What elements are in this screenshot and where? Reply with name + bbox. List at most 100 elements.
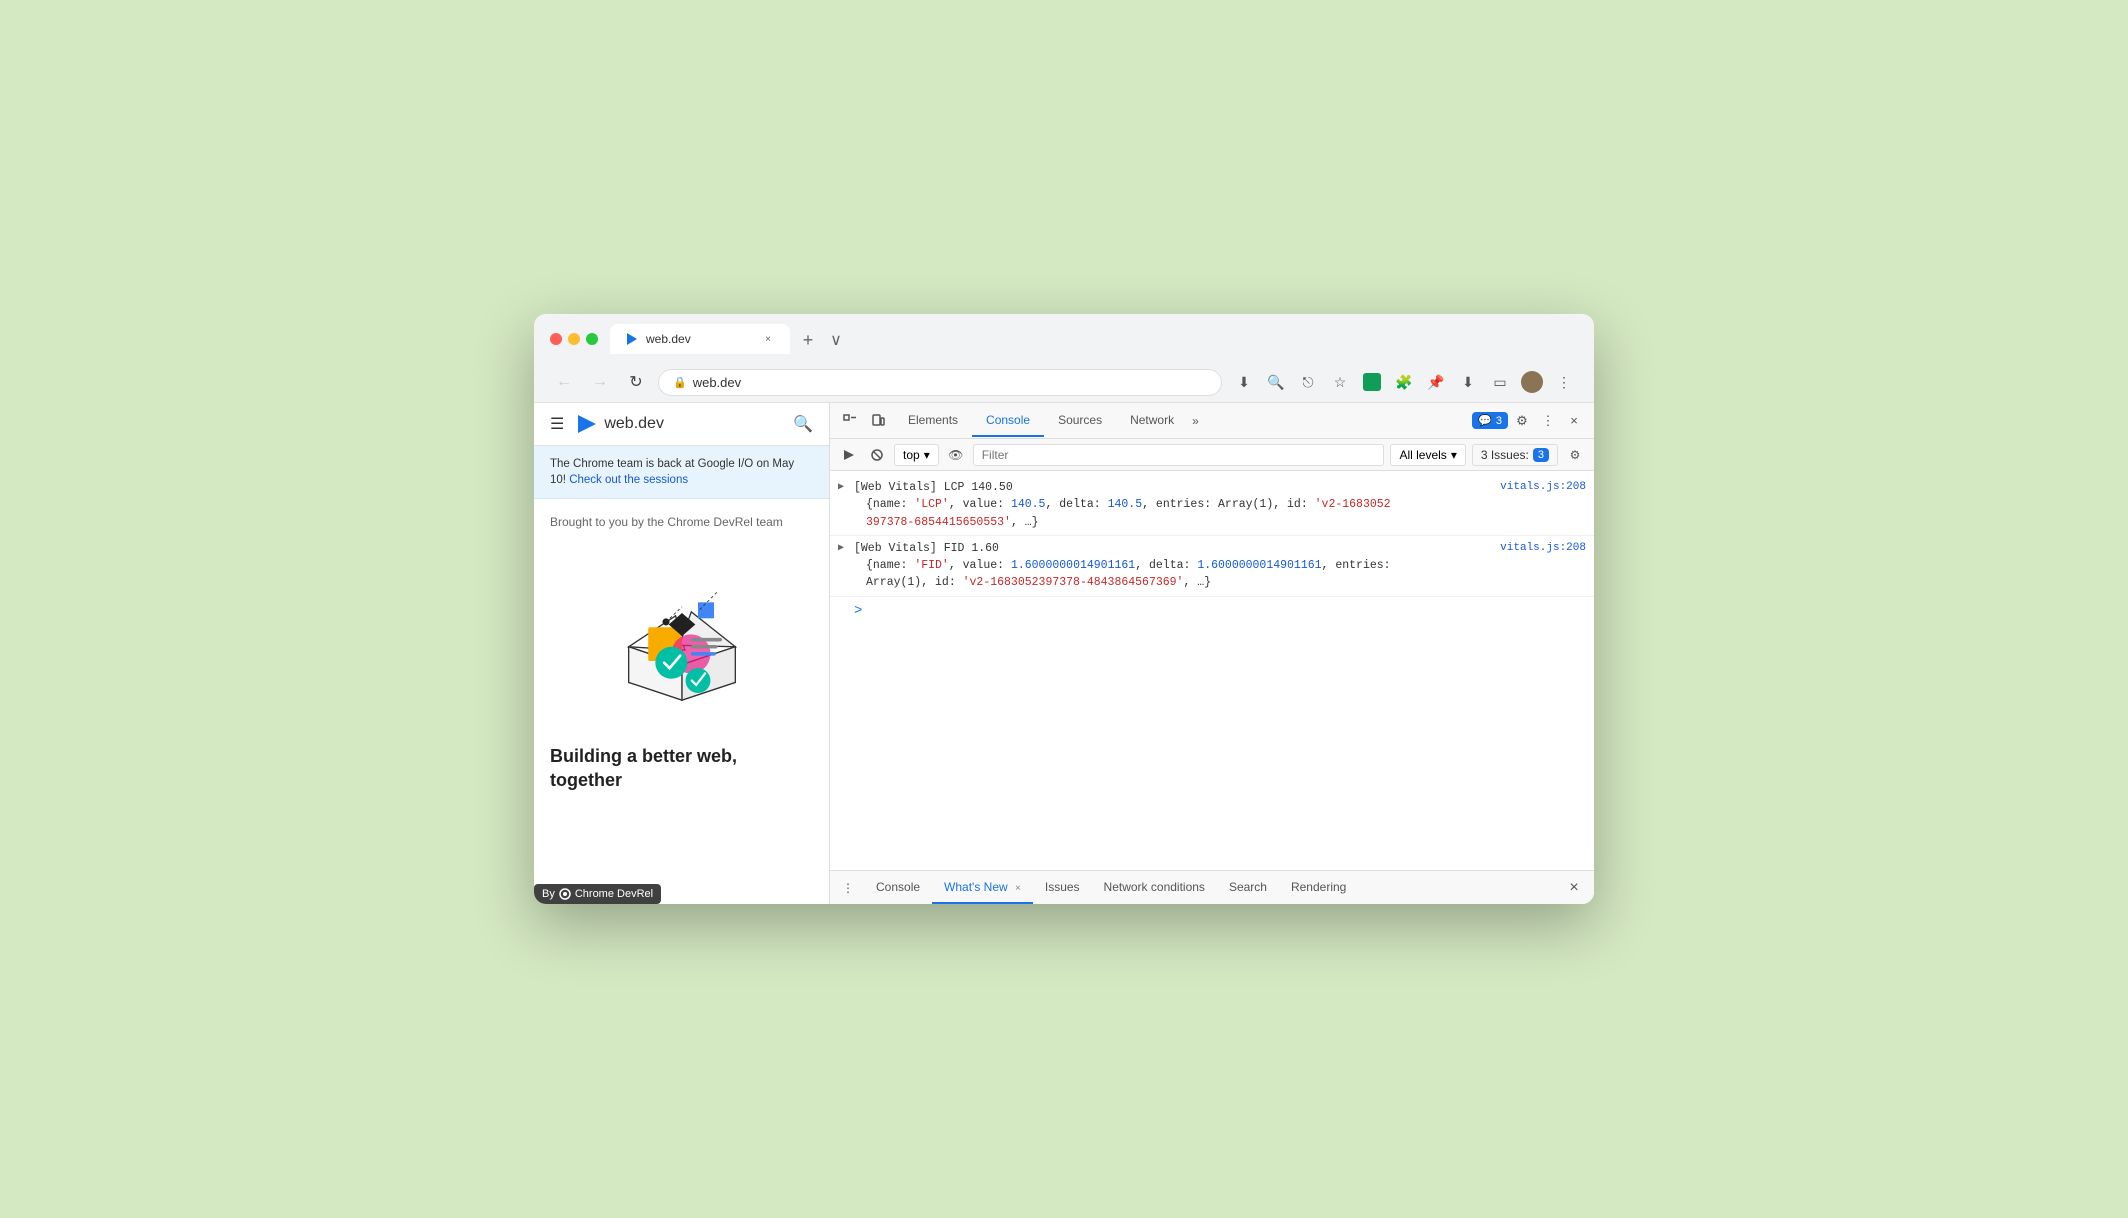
webpage-panel: ☰ web.dev 🔍 The Chrome team is back at G… [534, 403, 829, 904]
tab-close-button[interactable]: × [760, 331, 776, 347]
bottom-tab-console[interactable]: Console [864, 872, 932, 904]
main-content: ☰ web.dev 🔍 The Chrome team is back at G… [534, 403, 1594, 904]
block-requests-button[interactable] [866, 444, 888, 466]
footer-text-area: Building a better web, together [534, 745, 829, 800]
close-bottom-panel-button[interactable]: × [1562, 876, 1586, 900]
chat-count: 3 [1496, 415, 1502, 427]
browser-toolbar-icons: ⬇ 🔍 ⎋ ☆ 🧩 📌 ⬇ ▭ ⋮ [1230, 368, 1578, 396]
webdev-logo-text: web.dev [604, 415, 664, 433]
context-label: top [903, 448, 920, 462]
devtools-more-options-button[interactable]: ⋮ [1536, 409, 1560, 433]
attribution-text: Brought to you by the Chrome DevRel team [550, 515, 813, 529]
more-bottom-tabs-icon[interactable]: ⋮ [838, 873, 858, 903]
chrome-devrel-text: Chrome DevRel [575, 888, 653, 900]
entry-source-fid[interactable]: vitals.js:208 [1500, 540, 1586, 557]
menu-icon[interactable]: ⋮ [1550, 368, 1578, 396]
bottom-tab-network-conditions[interactable]: Network conditions [1092, 872, 1217, 904]
log-level-label: All levels [1399, 448, 1446, 462]
console-toolbar: top ▾ 👁 All levels ▾ 3 Issues: 3 ⚙ [830, 439, 1594, 471]
by-chrome-devrel-badge: By Chrome DevRel [534, 884, 661, 904]
cast-icon[interactable]: 📌 [1422, 368, 1450, 396]
maximize-window-button[interactable] [586, 333, 598, 345]
url-bar[interactable]: 🔒 web.dev [658, 369, 1222, 396]
bottom-tab-rendering[interactable]: Rendering [1279, 872, 1358, 904]
reload-button[interactable]: ↻ [622, 368, 650, 396]
page-header: ☰ web.dev 🔍 [534, 403, 829, 446]
hero-illustration [592, 549, 772, 709]
extensions-icon[interactable]: 🧩 [1390, 368, 1418, 396]
announcement-link[interactable]: Check out the sessions [569, 474, 688, 486]
show-live-expression-button[interactable]: 👁 [945, 444, 967, 466]
share-icon[interactable]: ⎋ [1294, 368, 1322, 396]
console-filter-input[interactable] [973, 444, 1385, 466]
minimize-window-button[interactable] [568, 333, 580, 345]
download-icon[interactable]: ⬇ [1230, 368, 1258, 396]
devtools-settings-button[interactable]: ⚙ [1510, 409, 1534, 433]
green-extension-icon[interactable] [1358, 368, 1386, 396]
webdev-logo: web.dev [576, 413, 664, 435]
page-body: Brought to you by the Chrome DevRel team [534, 499, 829, 745]
webdev-logo-icon [576, 413, 598, 435]
window-controls-row: web.dev × + ∨ [550, 324, 1578, 354]
new-tab-button[interactable]: + [794, 326, 822, 354]
traffic-lights [550, 333, 598, 345]
bookmark-icon[interactable]: ☆ [1326, 368, 1354, 396]
hamburger-menu-button[interactable]: ☰ [550, 414, 564, 434]
devtools-toolbar: Elements Console Sources Network » 💬 3 ⚙… [830, 403, 1594, 439]
entry-detail-fid: {name: 'FID', value: 1.6000000014901161,… [866, 557, 1586, 574]
page-heading-text: Building a better web, together [550, 746, 737, 789]
back-button[interactable]: ← [550, 368, 578, 396]
tab-sources[interactable]: Sources [1044, 405, 1116, 437]
inspect-element-button[interactable] [838, 409, 862, 433]
issues-label: 3 Issues: [1481, 448, 1529, 462]
browser-tab[interactable]: web.dev × [610, 324, 790, 354]
entry-source-lcp[interactable]: vitals.js:208 [1500, 479, 1586, 496]
forward-button[interactable]: → [586, 368, 614, 396]
issues-chat-badge[interactable]: 💬 3 [1472, 412, 1508, 429]
tab-title: web.dev [646, 332, 754, 346]
lock-icon: 🔒 [673, 376, 687, 389]
expand-icon-lcp[interactable]: ▶ [838, 480, 844, 495]
console-entry-fid: ▶ vitals.js:208 [Web Vitals] FID 1.60 {n… [830, 536, 1594, 597]
log-level-dropdown[interactable]: All levels ▾ [1390, 444, 1465, 466]
minimize-icon[interactable]: ∨ [822, 326, 850, 354]
page-heading: Building a better web, together [550, 745, 813, 792]
zoom-icon[interactable]: 🔍 [1262, 368, 1290, 396]
tab-console[interactable]: Console [972, 405, 1044, 437]
bottom-tab-search[interactable]: Search [1217, 872, 1279, 904]
chat-icon: 💬 [1478, 414, 1492, 427]
profile-icon[interactable] [1518, 368, 1546, 396]
tab-favicon [624, 331, 640, 347]
device-mode-button[interactable] [866, 409, 890, 433]
issues-counter-button[interactable]: 3 Issues: 3 [1472, 444, 1558, 466]
entry-detail-fid-2: Array(1), id: 'v2-1683052397378-48438645… [866, 574, 1586, 591]
tab-elements[interactable]: Elements [894, 405, 972, 437]
whats-new-close-button[interactable]: × [1015, 883, 1021, 894]
screen-mirror-icon[interactable]: ⬇ [1454, 368, 1482, 396]
devtools-panel: Elements Console Sources Network » 💬 3 ⚙… [829, 403, 1594, 904]
entry-header-fid: [Web Vitals] FID 1.60 [854, 540, 1586, 557]
console-entry-lcp: ▶ vitals.js:208 [Web Vitals] LCP 140.50 … [830, 475, 1594, 536]
split-screen-icon[interactable]: ▭ [1486, 368, 1514, 396]
context-dropdown[interactable]: top ▾ [894, 444, 939, 466]
bottom-tab-whats-new[interactable]: What's New × [932, 872, 1033, 904]
title-bar: web.dev × + ∨ [534, 314, 1594, 362]
console-cursor[interactable]: > [830, 597, 1594, 625]
entry-detail-lcp-2: 397378-6854415650553', …} [866, 514, 1586, 531]
profile-avatar [1521, 371, 1543, 393]
tab-network[interactable]: Network [1116, 405, 1188, 437]
execute-button[interactable] [838, 444, 860, 466]
more-tabs-icon[interactable]: » [1188, 406, 1203, 436]
whats-new-label: What's New [944, 880, 1008, 894]
devtools-bottom-tabs: ⋮ Console What's New × Issues Network co… [830, 870, 1594, 904]
search-icon[interactable]: 🔍 [793, 414, 813, 434]
tabs-row: web.dev × + ∨ [610, 324, 850, 354]
console-settings-button[interactable]: ⚙ [1564, 444, 1586, 466]
devtools-close-button[interactable]: × [1562, 409, 1586, 433]
expand-icon-fid[interactable]: ▶ [838, 541, 844, 556]
devtools-tabs: Elements Console Sources Network » [894, 405, 1468, 437]
chrome-icon [559, 888, 571, 900]
bottom-tab-issues[interactable]: Issues [1033, 872, 1092, 904]
close-window-button[interactable] [550, 333, 562, 345]
browser-window: web.dev × + ∨ ← → ↻ 🔒 web.dev ⬇ 🔍 ⎋ ☆ 🧩 [534, 314, 1594, 904]
